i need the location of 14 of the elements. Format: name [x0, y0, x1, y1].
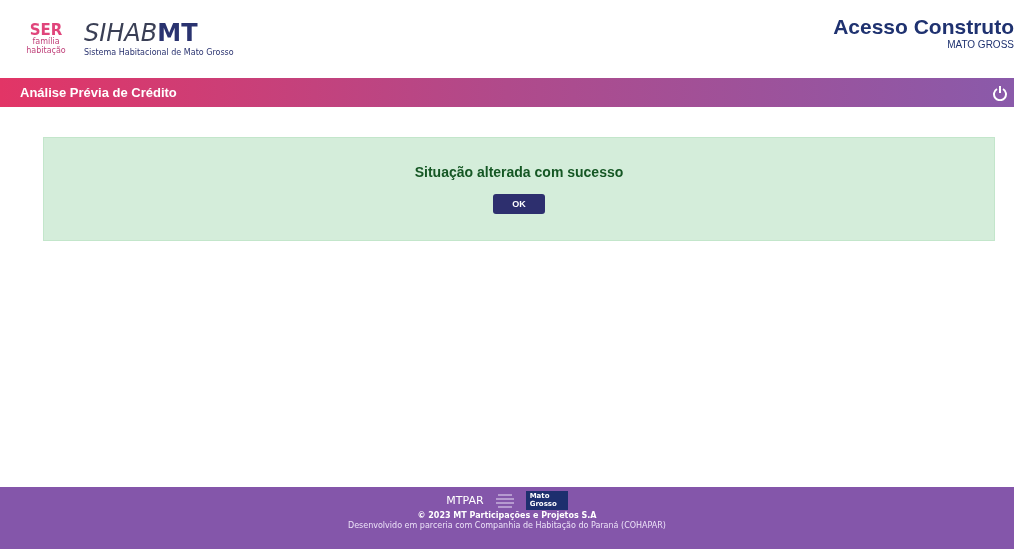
logo-subtitle: Sistema Habitacional de Mato Grosso: [84, 48, 234, 57]
credit-line: Desenvolvido em parceria com Companhia de Habitação do Paraná (COHAPAR): [348, 521, 666, 531]
logo-mark: SER: [29, 22, 63, 38]
app-logo: SIHABMT: [84, 21, 199, 45]
power-icon[interactable]: [992, 84, 1008, 101]
portal-subtitle: MATO GROSS: [947, 38, 1014, 50]
page-title: Análise Prévia de Crédito: [20, 85, 177, 100]
text-lines-icon: [493, 491, 516, 510]
ok-button[interactable]: OK: [493, 194, 545, 214]
portal-title: Acesso Construto: [833, 14, 1014, 39]
copyright: © 2023 MT Participações e Projetos S.A: [417, 511, 597, 521]
alert-message: Situação alterada com sucesso: [414, 164, 624, 180]
partner-logo: MTPAR: [446, 494, 484, 508]
logo-tagline: família habitação: [25, 37, 67, 56]
